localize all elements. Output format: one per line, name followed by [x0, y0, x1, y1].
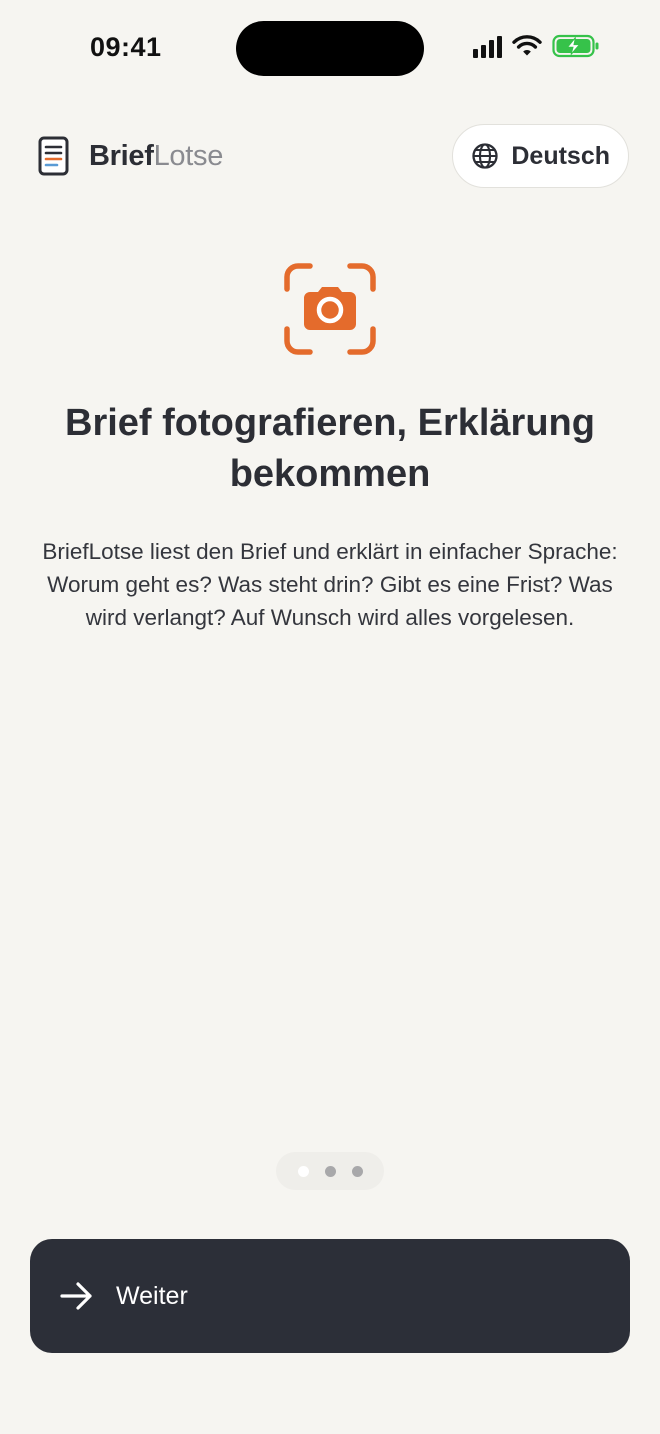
battery-charging-icon [552, 34, 599, 58]
dynamic-island [236, 21, 424, 76]
wifi-icon [512, 35, 542, 56]
app-header: BriefLotse Deutsch [0, 122, 660, 190]
brand-name-bold: Brief [89, 139, 154, 172]
brand-name-light: Lotse [153, 139, 224, 172]
next-button[interactable]: Weiter [30, 1239, 630, 1353]
language-button[interactable]: Deutsch [452, 124, 629, 188]
language-label: Deutsch [511, 141, 610, 170]
next-button-label: Weiter [116, 1281, 188, 1310]
signal-icon [473, 34, 502, 58]
status-time: 09:41 [90, 32, 162, 62]
page-dot-2[interactable] [324, 1165, 336, 1177]
page-indicator [276, 1152, 384, 1190]
status-icons [473, 34, 600, 58]
hero-description: BriefLotse liest den Brief und erklärt i… [42, 539, 618, 630]
document-icon [38, 136, 69, 176]
globe-icon [472, 143, 499, 169]
page-dot-3[interactable] [351, 1165, 363, 1177]
status-bar: 09:41 [0, 0, 660, 96]
arrow-right-icon [60, 1282, 92, 1310]
brand: BriefLotse [38, 136, 223, 176]
onboarding-screen: 09:41 BriefLotse Deutsch Brief fotografi… [0, 0, 660, 1434]
camera-scan-icon [284, 263, 376, 355]
brand-name: BriefLotse [89, 140, 223, 173]
hero-title: Brief fotografieren, Erklärung bekommen [65, 402, 595, 495]
page-dot-1[interactable] [297, 1165, 309, 1177]
